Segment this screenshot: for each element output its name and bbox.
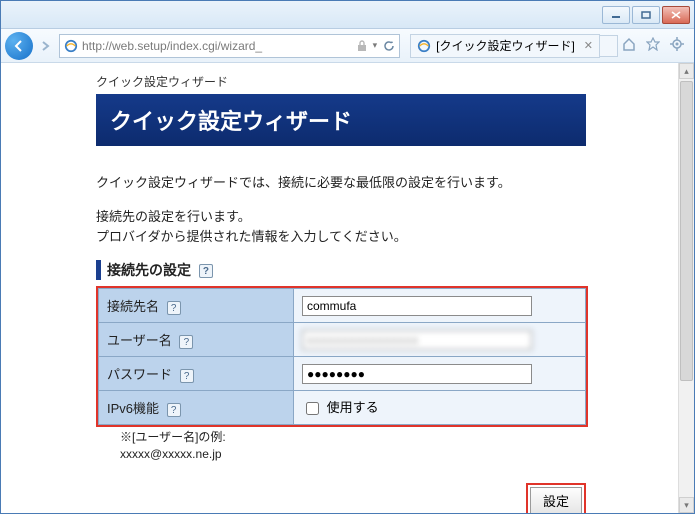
help-icon[interactable]: ? xyxy=(167,301,181,315)
settings-form: 接続先名 ? ユーザー名 ? xyxy=(98,288,586,425)
row-ipv6: IPv6機能 ? 使用する xyxy=(99,391,586,425)
maximize-icon xyxy=(641,11,651,19)
tab-title: [クイック設定ウィザード] xyxy=(436,37,575,54)
row-connection-name: 接続先名 ? xyxy=(99,289,586,323)
browser-toolbar: http://web.setup/index.cgi/wizard_ ▾ [クイ… xyxy=(1,29,694,63)
row-password: パスワード ? xyxy=(99,357,586,391)
section-title-text: 接続先の設定 xyxy=(107,262,191,278)
label-password: パスワード xyxy=(107,367,172,382)
page-title-banner: クイック設定ウィザード xyxy=(96,94,586,146)
password-input[interactable] xyxy=(302,364,532,384)
help-icon[interactable]: ? xyxy=(199,264,213,278)
tab-strip: [クイック設定ウィザード] ✕ xyxy=(410,33,618,59)
submit-highlight-box: 設定 xyxy=(526,483,586,513)
instruction-line-2: プロバイダから提供された情報を入力してください。 xyxy=(96,229,407,244)
browser-window: http://web.setup/index.cgi/wizard_ ▾ [クイ… xyxy=(0,0,695,514)
row-username: ユーザー名 ? xyxy=(99,323,586,357)
label-connection-name: 接続先名 xyxy=(107,299,159,314)
window-titlebar xyxy=(1,1,694,29)
home-icon[interactable] xyxy=(622,37,636,54)
nav-back-button[interactable] xyxy=(5,32,33,60)
help-icon[interactable]: ? xyxy=(179,335,193,349)
window-minimize-button[interactable] xyxy=(602,6,630,24)
scroll-up-button[interactable]: ▴ xyxy=(679,63,694,79)
instruction-text: 接続先の設定を行います。 プロバイダから提供された情報を入力してください。 xyxy=(96,207,678,246)
close-icon xyxy=(671,11,681,19)
tab-close-button[interactable]: ✕ xyxy=(584,39,593,52)
address-bar[interactable]: http://web.setup/index.cgi/wizard_ ▾ xyxy=(59,34,400,58)
scroll-down-button[interactable]: ▾ xyxy=(679,497,694,513)
username-example-note: ※[ユーザー名]の例: xxxxx@xxxxx.ne.jp xyxy=(120,429,678,463)
submit-button[interactable]: 設定 xyxy=(530,487,582,513)
nav-forward-button[interactable] xyxy=(37,34,55,58)
breadcrumb: クイック設定ウィザード xyxy=(96,73,678,90)
browser-tab[interactable]: [クイック設定ウィザード] ✕ xyxy=(410,34,600,58)
label-ipv6: IPv6機能 xyxy=(107,401,159,416)
arrow-right-icon xyxy=(40,40,52,52)
submit-area: 設定 xyxy=(96,483,586,513)
minimize-icon xyxy=(611,11,621,19)
help-icon[interactable]: ? xyxy=(180,369,194,383)
note-label: ※[ユーザー名]の例: xyxy=(120,430,226,444)
intro-text: クイック設定ウィザードでは、接続に必要な最低限の設定を行います。 xyxy=(96,172,678,191)
toolbar-icons xyxy=(622,37,690,54)
instruction-line-1: 接続先の設定を行います。 xyxy=(96,209,251,224)
lock-icon xyxy=(357,40,367,52)
window-maximize-button[interactable] xyxy=(632,6,660,24)
ipv6-checkbox-text: 使用する xyxy=(327,400,379,415)
content-area: クイック設定ウィザード クイック設定ウィザード クイック設定ウィザードでは、接続… xyxy=(1,63,678,513)
username-input[interactable] xyxy=(302,330,532,350)
refresh-icon[interactable] xyxy=(383,40,395,52)
vertical-scrollbar[interactable]: ▴ ▾ xyxy=(678,63,694,513)
tools-icon[interactable] xyxy=(670,37,684,54)
address-url: http://web.setup/index.cgi/wizard_ xyxy=(82,39,262,53)
scroll-thumb[interactable] xyxy=(680,81,693,381)
label-username: ユーザー名 xyxy=(107,333,172,348)
window-close-button[interactable] xyxy=(662,6,690,24)
address-bar-controls: ▾ xyxy=(357,40,396,52)
dropdown-icon[interactable]: ▾ xyxy=(373,40,378,51)
ipv6-checkbox[interactable] xyxy=(306,402,319,415)
ie-icon xyxy=(64,39,78,53)
form-highlight-box: 接続先名 ? ユーザー名 ? xyxy=(96,286,588,427)
page: クイック設定ウィザード クイック設定ウィザード クイック設定ウィザードでは、接続… xyxy=(1,63,678,513)
ipv6-checkbox-label[interactable]: 使用する xyxy=(302,400,379,415)
favorites-icon[interactable] xyxy=(646,37,660,54)
ie-icon xyxy=(417,39,431,53)
note-example: xxxxx@xxxxx.ne.jp xyxy=(120,447,222,461)
new-tab-button[interactable] xyxy=(600,35,618,57)
help-icon[interactable]: ? xyxy=(167,403,181,417)
arrow-left-icon xyxy=(12,39,26,53)
connection-name-input[interactable] xyxy=(302,296,532,316)
section-title: 接続先の設定 ? xyxy=(96,260,678,280)
